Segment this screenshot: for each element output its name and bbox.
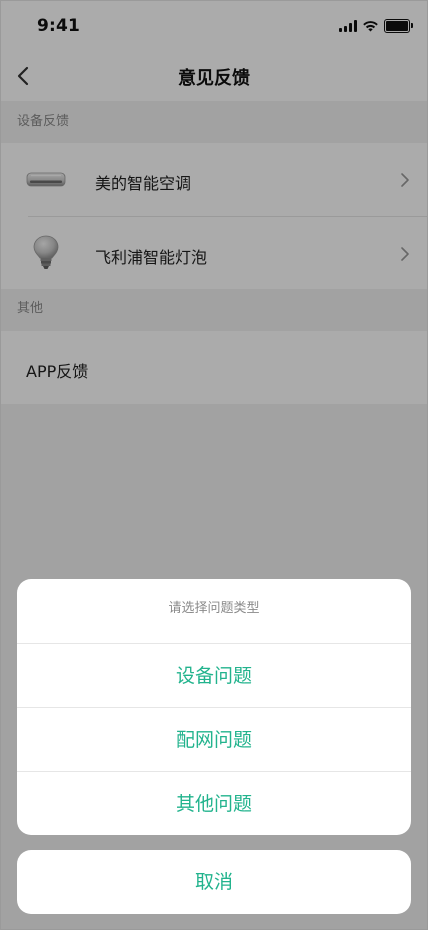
cancel-button[interactable]: 取消 (17, 850, 411, 914)
option-other-issue[interactable]: 其他问题 (17, 771, 411, 835)
action-sheet-title: 请选择问题类型 (168, 601, 260, 616)
action-sheet: 请选择问题类型 设备问题 配网问题 其他问题 (17, 579, 411, 835)
option-device-issue[interactable]: 设备问题 (17, 643, 411, 708)
option-network-issue[interactable]: 配网问题 (17, 707, 411, 772)
